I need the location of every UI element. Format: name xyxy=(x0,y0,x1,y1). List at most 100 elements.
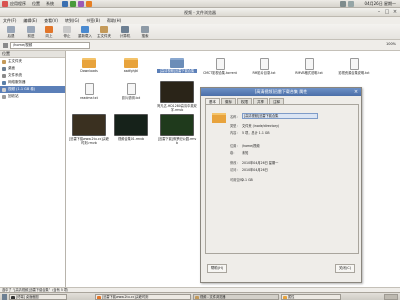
folder-icon xyxy=(170,58,184,68)
property-row-location: 位置：/home/视频 xyxy=(230,143,260,148)
reload-icon xyxy=(81,26,89,33)
sidebar-item-label: 视频 (1.1 GB 卷) xyxy=(8,87,36,91)
back-button[interactable]: 后退 xyxy=(2,26,20,39)
help-button[interactable]: 帮助(H) xyxy=(207,264,227,273)
location-toggle-icon[interactable] xyxy=(3,43,8,48)
reload-button[interactable]: 重新载入 xyxy=(76,26,94,39)
file-item[interactable]: Downloads xyxy=(69,58,109,73)
folder-icon[interactable] xyxy=(212,113,226,123)
zoom-level[interactable]: 100% xyxy=(386,42,396,46)
menu-file[interactable]: 文件(F) xyxy=(3,18,16,24)
file-item[interactable]: 阿凡达.HD1280高清中英双字.rmvb xyxy=(157,81,197,112)
file-item[interactable]: 影片说明.txt xyxy=(111,83,151,100)
minimize-icon[interactable]: – xyxy=(376,10,382,15)
trash-icon xyxy=(2,94,6,99)
browser-launcher-icon[interactable] xyxy=(62,1,68,7)
stop-button[interactable]: 停止 xyxy=(58,26,76,39)
dialog-title[interactable]: [高清视频]迅雷下载合集 属性 xyxy=(201,88,361,96)
file-name: 影片说明.txt xyxy=(121,96,141,100)
bottom-panel: [终端] 桌面截图 [迅雷下载www.2tu.cc]尖峰时刻 视频 - 文件浏览… xyxy=(0,292,400,300)
file-name: [迅雷下载www.2tu.cc]尖峰时刻.rmvb xyxy=(69,137,109,145)
computer-label: 计算机 xyxy=(119,34,131,38)
file-name: 阿凡达.HD1280高清中英双字.rmvb xyxy=(157,104,197,112)
close-icon[interactable]: × xyxy=(392,10,398,15)
computer-button[interactable]: 计算机 xyxy=(116,26,134,39)
help-launcher-icon[interactable] xyxy=(78,1,84,7)
forward-button[interactable]: 前进 xyxy=(22,26,40,39)
property-value: 2010年04月26日 xyxy=(242,168,268,172)
sidebar-item-trash[interactable]: 回收站 xyxy=(0,93,65,100)
file-name: RM影片目录.txt xyxy=(252,71,276,75)
system-menu[interactable]: 系统 xyxy=(46,1,54,7)
menu-bookmarks[interactable]: 书签(B) xyxy=(86,18,100,24)
property-key: 卷： xyxy=(230,151,237,155)
sidebar-header[interactable]: 位置 xyxy=(0,51,65,58)
stop-icon xyxy=(63,26,71,33)
volume-icon[interactable] xyxy=(348,1,354,7)
name-field[interactable]: [高清视频]迅雷下载合集 xyxy=(242,113,318,119)
network-icon xyxy=(2,80,6,85)
sidebar-item-videos-volume[interactable]: 视频 (1.1 GB 卷) xyxy=(0,86,65,93)
file-item[interactable]: 影视资源合集说明.txt xyxy=(334,58,374,75)
terminal-launcher-icon[interactable] xyxy=(86,1,92,7)
menu-go[interactable]: 转到(G) xyxy=(65,18,79,24)
file-item[interactable]: asdfghjkl xyxy=(111,58,151,73)
top-panel: 应用程序 位置 系统 04月26日 星期一 xyxy=(0,0,400,8)
workspace-switcher[interactable] xyxy=(384,294,398,300)
document-icon xyxy=(304,58,314,70)
menu-edit[interactable]: 编辑(E) xyxy=(23,18,37,24)
menu-view[interactable]: 查看(V) xyxy=(44,18,58,24)
file-item[interactable]: [迅雷下载]侏罗纪公园.rmvb xyxy=(157,114,197,145)
close-button[interactable]: 关闭(C) xyxy=(335,264,355,273)
location-path[interactable]: /home/视频 xyxy=(10,42,90,49)
window-titlebar[interactable]: 视频 - 文件浏览器 – □ × xyxy=(0,8,400,17)
property-key: 访问： xyxy=(230,168,240,172)
places-menu[interactable]: 位置 xyxy=(32,1,40,7)
maximize-icon[interactable]: □ xyxy=(384,10,390,15)
taskbar-item[interactable]: 属性 xyxy=(281,294,341,300)
show-desktop-icon[interactable] xyxy=(2,294,7,300)
file-name: [高清视频]迅雷下载合集 xyxy=(157,69,197,73)
folder-icon xyxy=(195,296,199,299)
search-button[interactable]: 搜索 xyxy=(136,26,154,39)
sidebar-item-home[interactable]: 主文件夹 xyxy=(0,58,65,65)
dialog-close-icon[interactable]: × xyxy=(353,89,359,95)
document-icon xyxy=(126,83,136,95)
forward-label: 前进 xyxy=(27,34,35,38)
file-item[interactable]: RMVB格式说明.txt xyxy=(289,58,329,75)
apps-menu-icon[interactable] xyxy=(2,1,8,7)
sidebar-item-label: 文件系统 xyxy=(8,73,22,77)
taskbar-item[interactable]: [终端] 桌面截图 xyxy=(9,294,67,300)
taskbar-item[interactable]: [迅雷下载www.2tu.cc]尖峰时刻 xyxy=(95,294,191,300)
property-row-name: 名称： xyxy=(230,114,242,119)
file-item[interactable]: 视频合集01.rmvb xyxy=(111,114,151,141)
property-key: 可用空间： xyxy=(230,178,246,182)
home-button[interactable]: 主文件夹 xyxy=(95,26,113,39)
panel-clock[interactable]: 04月26日 星期一 xyxy=(365,1,396,7)
up-button[interactable]: 向上 xyxy=(40,26,58,39)
menu-help[interactable]: 帮助(H) xyxy=(107,18,121,24)
folder-icon xyxy=(124,58,138,68)
menubar: 文件(F) 编辑(E) 查看(V) 转到(G) 书签(B) 帮助(H) xyxy=(0,17,400,24)
sidebar-item-desktop[interactable]: 桌面 xyxy=(0,65,65,72)
property-key: 名称： xyxy=(230,115,240,119)
file-item[interactable]: CMCT影视合集.torrent xyxy=(200,58,240,75)
sidebar-item-filesystem[interactable]: 文件系统 xyxy=(0,72,65,79)
taskbar-item-active[interactable]: 视频 - 文件浏览器 xyxy=(193,294,279,300)
back-label: 后退 xyxy=(7,34,15,38)
media-icon xyxy=(97,296,101,299)
network-icon[interactable] xyxy=(340,1,346,7)
video-thumbnail xyxy=(160,114,194,136)
property-row-contents: 内容： 5 项，总计 1.1 GB xyxy=(230,130,270,135)
video-thumbnail xyxy=(114,114,148,136)
terminal-icon xyxy=(11,296,15,299)
taskbar-label: 视频 - 文件浏览器 xyxy=(200,295,226,299)
email-launcher-icon[interactable] xyxy=(70,1,76,7)
up-label: 向上 xyxy=(45,34,53,38)
apps-menu[interactable]: 应用程序 xyxy=(10,1,26,7)
sidebar-item-network[interactable]: 网络服务器 xyxy=(0,79,65,86)
file-item[interactable]: [迅雷下载www.2tu.cc]尖峰时刻.rmvb xyxy=(69,114,109,145)
file-item[interactable]: RM影片目录.txt xyxy=(244,58,284,75)
file-item-selected[interactable]: [高清视频]迅雷下载合集 xyxy=(157,58,197,73)
file-item[interactable]: readme.txt xyxy=(69,83,109,100)
